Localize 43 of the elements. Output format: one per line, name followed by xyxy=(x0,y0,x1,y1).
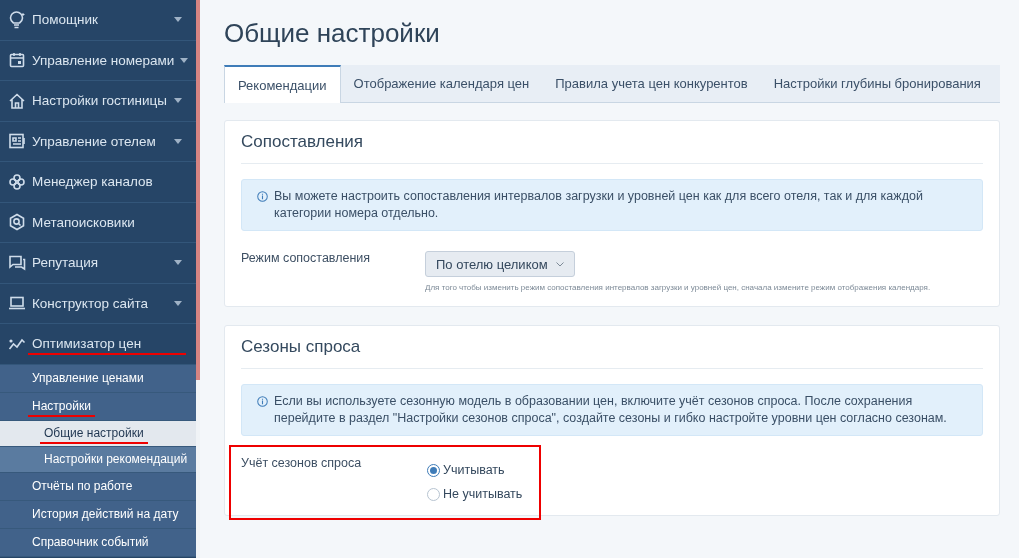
submenu-item[interactable]: История действий на дату xyxy=(0,500,196,529)
submenu-item[interactable]: Управление ценами xyxy=(0,364,196,393)
caret-icon xyxy=(174,98,182,104)
submenu-item[interactable]: Общие настройки xyxy=(0,420,196,447)
caret-icon xyxy=(174,300,182,306)
caret-icon xyxy=(174,138,182,144)
flower-icon xyxy=(8,172,26,191)
tab[interactable]: Рекомендации xyxy=(224,65,341,103)
hint-text: Для того чтобы изменить режим сопоставления интервалов загрузки и уровней цен, сначала измените режим отображения календаря. xyxy=(425,283,931,292)
section-title: Сопоставления xyxy=(241,121,983,164)
dropdown[interactable]: По отелю целиком xyxy=(425,251,575,277)
submenu-item[interactable]: Настройки xyxy=(0,392,196,421)
tab[interactable]: Настройки глубины бронирования xyxy=(760,65,994,102)
submenu-item[interactable]: Отчёты по работе xyxy=(0,472,196,501)
submenu-item[interactable]: Справочник событий xyxy=(0,528,196,557)
page-title: Общие настройки xyxy=(224,18,441,49)
tab[interactable]: Отображение календаря цен xyxy=(340,65,543,102)
radio-option[interactable]: Учитывать xyxy=(425,463,523,477)
chat-icon xyxy=(8,253,26,272)
calendar-icon xyxy=(8,51,26,70)
info-icon xyxy=(257,396,268,407)
house-icon xyxy=(8,91,26,110)
lightbulb-icon xyxy=(8,10,26,29)
sidebar-item[interactable]: Оптимизатор цен xyxy=(0,324,196,365)
caret-icon xyxy=(174,260,182,266)
tab[interactable]: Правила учета цен конкурентов xyxy=(542,65,761,102)
section-title: Сезоны спроса xyxy=(241,326,983,369)
info-icon xyxy=(257,191,268,202)
chevron-down-icon xyxy=(555,261,564,267)
radio-button[interactable] xyxy=(427,487,440,501)
radio-button[interactable] xyxy=(427,463,440,477)
field-label: Учёт сезонов спроса xyxy=(241,456,363,472)
caret-icon xyxy=(174,17,182,23)
radio-option[interactable]: Не учитывать xyxy=(425,487,523,501)
info-text: Вы можете настроить сопоставления интервалов загрузки и уровней цен как для всего отеля, так и для каждой категории номера отдельно. xyxy=(274,188,924,222)
submenu-item[interactable]: Настройки рекомендаций xyxy=(0,446,196,473)
field-label: Режим сопоставления xyxy=(241,251,372,267)
caret-icon xyxy=(180,57,189,63)
info-text: Если вы используете сезонную модель в образовании цен, включите учёт сезонов спроса. После сохранения перейдите в раздел "Настройки сезонов спроса", создайте сезоны и гибко настройте уровни цен согласно сезонам. xyxy=(274,393,948,427)
search-icon xyxy=(8,213,26,232)
scrollbar-thumb[interactable] xyxy=(196,0,200,380)
underline-mark xyxy=(28,415,95,417)
grid-icon xyxy=(8,132,26,151)
